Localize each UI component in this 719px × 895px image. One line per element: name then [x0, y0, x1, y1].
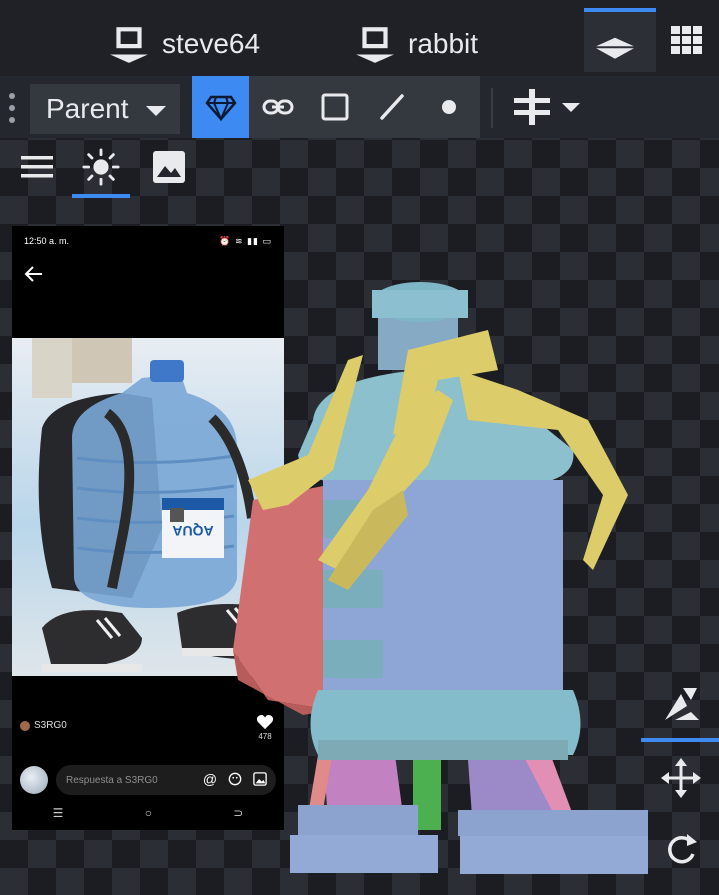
- tab-label: rabbit: [408, 28, 479, 59]
- grid-menu-button[interactable]: [665, 18, 709, 62]
- back-arrow-icon: [24, 266, 42, 282]
- model-pack: [233, 485, 333, 715]
- tab-active[interactable]: [584, 8, 656, 72]
- status-time: 12:50 a. m.: [24, 236, 70, 246]
- dot-tool-button[interactable]: [420, 76, 477, 138]
- avatar: [20, 720, 30, 731]
- toolbar-divider: [491, 88, 493, 128]
- pose-tool-button[interactable]: [659, 682, 703, 726]
- home-icon[interactable]: ○: [145, 806, 152, 820]
- drag-handle-icon[interactable]: [6, 90, 18, 126]
- parent-label: Parent: [46, 93, 129, 124]
- photo-brand-text: AQUA: [172, 523, 213, 539]
- sun-icon: [82, 148, 120, 186]
- gem-tool-button[interactable]: [192, 76, 249, 138]
- move-icon: [661, 758, 701, 798]
- chevron-down-icon: [146, 106, 166, 116]
- tab-steve64[interactable]: steve64: [108, 14, 260, 74]
- link-icon: [262, 99, 293, 115]
- username: S3RG0: [34, 720, 67, 731]
- parent-dropdown[interactable]: Parent: [30, 84, 180, 134]
- line-icon: [379, 94, 404, 120]
- post-author[interactable]: S3RG0: [20, 720, 67, 731]
- lighting-button[interactable]: [72, 144, 130, 198]
- line-tool-button[interactable]: [363, 76, 420, 138]
- avatar: [20, 766, 48, 794]
- rotate-tool-button[interactable]: [659, 828, 703, 872]
- chevron-down-icon: [562, 102, 580, 112]
- status-icons: ⏰ ≋ ▮▮ ▭: [219, 236, 272, 246]
- square-icon: [321, 93, 348, 121]
- main-toolbar: Parent: [0, 76, 719, 138]
- grid-icon: [671, 26, 702, 54]
- tab-rabbit[interactable]: rabbit: [354, 14, 478, 74]
- at-icon[interactable]: @: [202, 771, 218, 787]
- move-tool-button[interactable]: [659, 756, 703, 800]
- model-feet: [290, 740, 648, 874]
- phone-status-bar: 12:50 a. m. ⏰ ≋ ▮▮ ▭: [12, 226, 284, 256]
- secondary-toolbar: [0, 138, 719, 200]
- model-icon: [596, 37, 634, 59]
- model-icon: [110, 27, 148, 63]
- dot-icon: [441, 100, 456, 114]
- axis-dropdown[interactable]: [512, 84, 602, 130]
- axis-cross-icon: [514, 89, 550, 125]
- tab-bar: steve64 rabbit: [0, 0, 719, 76]
- model-viewport[interactable]: [228, 270, 648, 880]
- model-icon: [356, 27, 394, 63]
- gem-icon: [204, 95, 237, 122]
- tool-group: [192, 76, 480, 138]
- link-tool-button[interactable]: [249, 76, 306, 138]
- menu-icon: [21, 156, 53, 178]
- menu-button[interactable]: [12, 144, 62, 190]
- selected-tool-indicator: [641, 738, 719, 742]
- square-tool-button[interactable]: [306, 76, 363, 138]
- tab-label: steve64: [162, 28, 261, 59]
- rotate-icon: [668, 834, 697, 864]
- reference-image-button[interactable]: [144, 144, 194, 190]
- image-icon: [153, 151, 185, 183]
- recent-apps-icon[interactable]: ☰: [53, 806, 64, 820]
- reply-placeholder: Respuesta a S3RG0: [66, 774, 158, 786]
- pose-icon: [665, 688, 699, 720]
